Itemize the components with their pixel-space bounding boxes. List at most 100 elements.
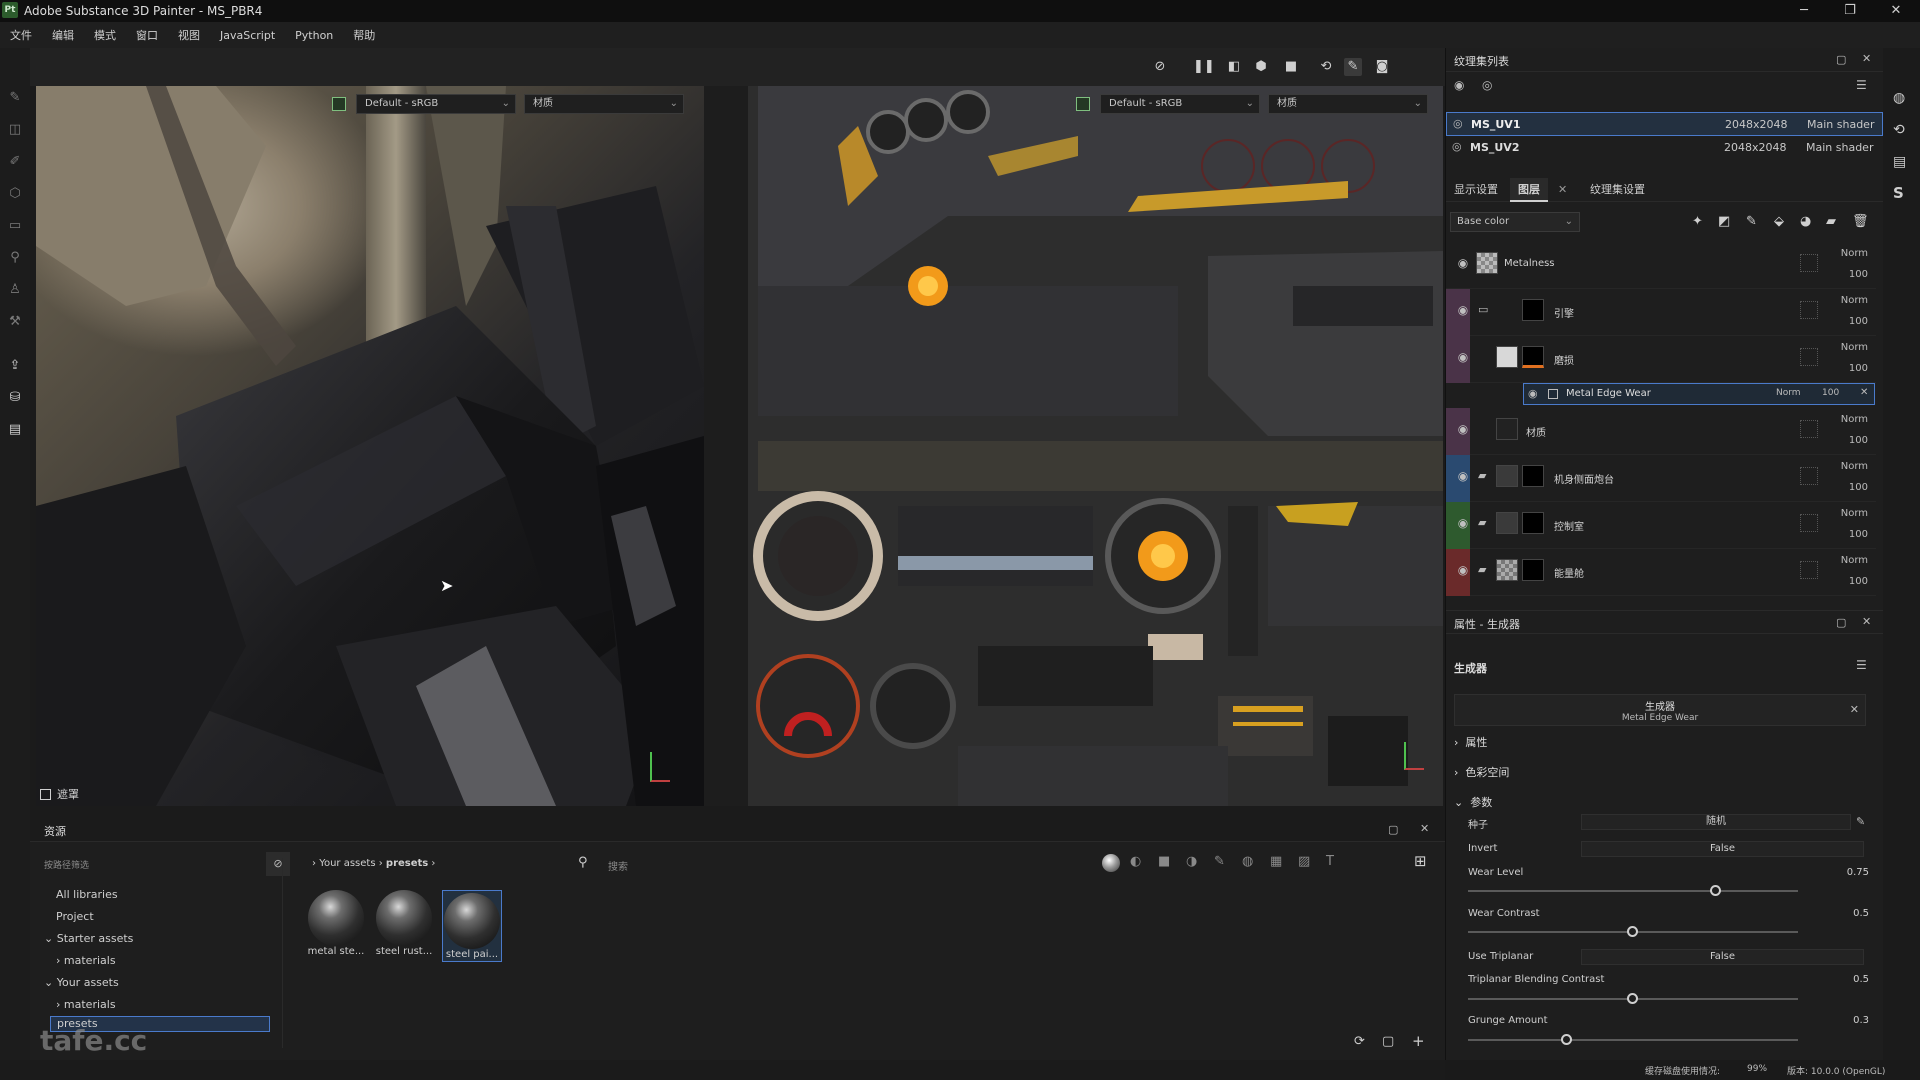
search-input[interactable]: 搜索: [608, 858, 908, 873]
breadcrumb-your-assets[interactable]: Your assets: [319, 858, 375, 869]
layer-row-engine[interactable]: ◉ ▭ 引擎 Norm 100: [1446, 289, 1876, 336]
invert-toggle[interactable]: False: [1581, 841, 1864, 857]
channel-dropdown[interactable]: Default - sRGB ⌄: [1100, 94, 1260, 114]
close-icon[interactable]: ✕: [1862, 52, 1871, 65]
layer-opacity[interactable]: 100: [1828, 269, 1868, 280]
menu-python[interactable]: Python: [295, 29, 333, 42]
close-icon[interactable]: ✕: [1420, 822, 1429, 835]
pause-icon[interactable]: ❚❚: [1193, 58, 1215, 76]
path-filter-input[interactable]: 按路径筛选: [44, 858, 204, 871]
float-icon[interactable]: ▢: [1836, 616, 1846, 629]
group-attributes[interactable]: › 属性: [1454, 734, 1487, 750]
eye-icon[interactable]: ◎: [1453, 117, 1463, 130]
mask-filter-icon[interactable]: ■: [1158, 854, 1170, 869]
close-icon[interactable]: ✕: [1850, 703, 1859, 716]
add-effect-icon[interactable]: ✦: [1692, 214, 1703, 229]
brush-active-icon[interactable]: ✎: [1344, 58, 1362, 76]
float-icon[interactable]: ▢: [1836, 53, 1846, 66]
edit-icon[interactable]: ✎: [1856, 815, 1865, 828]
tree-item-materials[interactable]: › materials: [56, 998, 116, 1011]
tree-item-your-assets[interactable]: ⌄ Your assets: [44, 976, 119, 989]
sublayer-generator[interactable]: ◉ Metal Edge Wear Norm 100 ✕: [1523, 383, 1875, 405]
menu-javascript[interactable]: JavaScript: [220, 29, 275, 42]
folder-icon[interactable]: ▭: [1478, 303, 1488, 316]
generator-slot[interactable]: 生成器 Metal Edge Wear ✕: [1454, 694, 1866, 726]
layer-opacity[interactable]: 100: [1828, 316, 1868, 327]
texture-set-row[interactable]: ◎ MS_UV1 2048x2048 Main shader: [1446, 112, 1883, 136]
eraser-icon[interactable]: ◫: [7, 122, 23, 138]
group-parameters[interactable]: ⌄ 参数: [1454, 794, 1492, 810]
sublayer-blend-mode[interactable]: Norm: [1776, 388, 1801, 398]
texture-set-shader[interactable]: Main shader: [1807, 118, 1874, 131]
delete-icon[interactable]: 🗑: [1852, 214, 1869, 229]
use-triplanar-toggle[interactable]: False: [1581, 949, 1864, 965]
tree-item-all-libraries[interactable]: All libraries: [56, 888, 118, 901]
camera-video-icon[interactable]: ■: [1282, 58, 1300, 76]
hide-icon[interactable]: ⊘: [1151, 58, 1169, 76]
layer-row-energy-bay[interactable]: ◉ ▰ 能量舱 Norm 100: [1446, 549, 1876, 596]
layer-blend-mode[interactable]: Norm: [1828, 461, 1868, 472]
texture-set-shader[interactable]: Main shader: [1806, 141, 1873, 154]
grunge-amount-slider[interactable]: [1468, 1039, 1798, 1041]
material-filter-icon[interactable]: [1102, 854, 1120, 872]
generator-filter-icon[interactable]: ◑: [1186, 854, 1197, 869]
export-icon[interactable]: ⇪: [7, 358, 23, 374]
projection-icon[interactable]: ✐: [7, 154, 23, 170]
menu-edit[interactable]: 编辑: [52, 27, 74, 43]
polygon-fill-icon[interactable]: ⬡: [7, 186, 23, 202]
menu-help[interactable]: 帮助: [353, 27, 375, 43]
eye-icon[interactable]: ◉: [1456, 469, 1470, 483]
asset-thumbnail[interactable]: steel rust...: [374, 890, 434, 962]
split-view-icon[interactable]: ◧: [1225, 58, 1243, 76]
channel-select[interactable]: Base color ⌄: [1450, 212, 1580, 232]
layer-row-wear[interactable]: ◉ 磨损 Norm 100: [1446, 336, 1876, 383]
layer-blend-mode[interactable]: Norm: [1828, 295, 1868, 306]
layer-opacity[interactable]: 100: [1828, 482, 1868, 493]
wear-level-value[interactable]: 0.75: [1847, 867, 1869, 878]
stamp-icon[interactable]: ♙: [7, 282, 23, 298]
breadcrumb-presets[interactable]: presets: [386, 858, 428, 869]
tab-layers[interactable]: 图层: [1510, 178, 1548, 202]
tab-texture-set-settings[interactable]: 纹理集设置: [1582, 178, 1653, 202]
menu-icon[interactable]: ☰: [1856, 78, 1867, 92]
tree-item-starter-assets[interactable]: ⌄ Starter assets: [44, 932, 133, 945]
screenshot-icon[interactable]: ◙: [1373, 58, 1391, 76]
asset-thumbnail[interactable]: metal ste...: [306, 890, 366, 962]
group-color-space[interactable]: › 色彩空间: [1454, 764, 1509, 780]
grunge-amount-value[interactable]: 0.3: [1853, 1015, 1869, 1026]
eye-icon[interactable]: ◉: [1456, 563, 1470, 577]
layer-row-metalness[interactable]: ◉ Metalness Norm 100: [1446, 242, 1876, 289]
menu-icon[interactable]: ☰: [1856, 658, 1867, 672]
environment-filter-icon[interactable]: ▨: [1298, 854, 1310, 869]
viewport-3d[interactable]: Default - sRGB ⌄ 材质 ⌄ ➤ 遮罩: [36, 86, 704, 806]
layer-row-side-turret[interactable]: ◉ ▰ 机身侧面炮台 Norm 100: [1446, 455, 1876, 502]
cube-icon[interactable]: ⬢: [1252, 58, 1270, 76]
add-smart-material-icon[interactable]: ◕: [1800, 214, 1811, 229]
tree-item-project[interactable]: Project: [56, 910, 94, 923]
view-mode-dropdown[interactable]: 材质 ⌄: [1268, 94, 1428, 114]
eye-icon[interactable]: ◎: [1482, 78, 1492, 92]
close-icon[interactable]: ✕: [1558, 183, 1567, 196]
history-icon[interactable]: ⟲: [1893, 122, 1905, 138]
sublayer-opacity[interactable]: 100: [1822, 388, 1839, 398]
view-mode-dropdown[interactable]: 材质 ⌄: [524, 94, 684, 114]
brush-filter-icon[interactable]: ✎: [1214, 854, 1225, 869]
folder-icon[interactable]: ▰: [1478, 469, 1486, 482]
substance-icon[interactable]: S: [1893, 184, 1904, 202]
document-icon[interactable]: ▤: [7, 422, 23, 438]
wear-level-slider[interactable]: [1468, 890, 1798, 892]
eye-icon[interactable]: ◉: [1528, 387, 1538, 400]
particles-filter-icon[interactable]: ◍: [1242, 854, 1253, 869]
add-paint-layer-icon[interactable]: ✎: [1746, 214, 1757, 229]
eye-icon[interactable]: ◎: [1452, 140, 1462, 153]
minimize-button[interactable]: ─: [1784, 0, 1824, 22]
log-icon[interactable]: ▤: [1893, 154, 1906, 170]
layer-row-material[interactable]: ◉ 材质 Norm 100: [1446, 408, 1876, 455]
grid-view-icon[interactable]: ⊞: [1414, 852, 1427, 870]
layer-opacity[interactable]: 100: [1828, 435, 1868, 446]
seed-random-button[interactable]: 随机: [1581, 814, 1851, 830]
smart-material-filter-icon[interactable]: ◐: [1130, 854, 1141, 869]
eye-icon[interactable]: ◉: [1456, 256, 1470, 270]
layer-opacity[interactable]: 100: [1828, 576, 1868, 587]
layer-row-control-room[interactable]: ◉ ▰ 控制室 Norm 100: [1446, 502, 1876, 549]
